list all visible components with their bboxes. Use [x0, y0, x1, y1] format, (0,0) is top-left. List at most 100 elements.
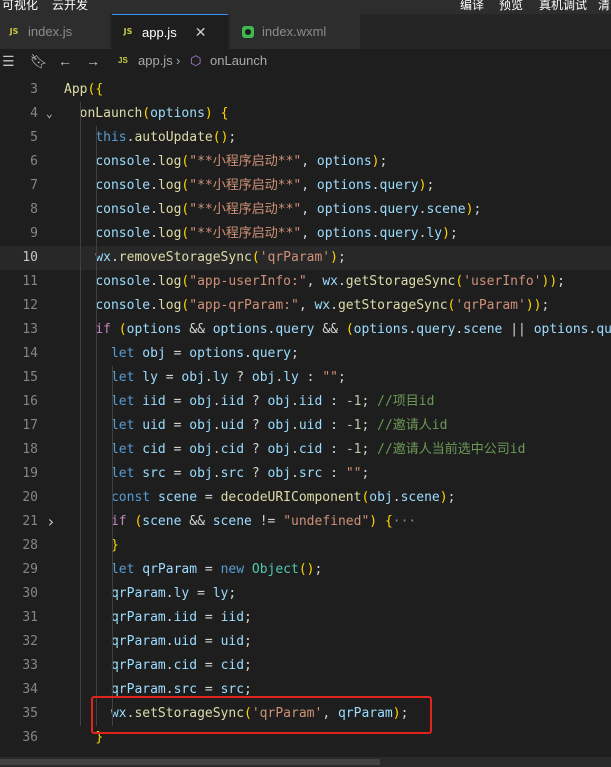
- chevron-down-icon[interactable]: ⌄: [46, 102, 53, 126]
- code-line[interactable]: 20 const scene = decodeURIComponent(obj.…: [0, 486, 611, 510]
- toolbar-item-preview[interactable]: 预览: [499, 0, 523, 11]
- code-line[interactable]: 19 let src = obj.src ? obj.src : "";: [0, 462, 611, 486]
- code-line[interactable]: 32 qrParam.uid = uid;: [0, 630, 611, 654]
- toolbar-item-clear[interactable]: 清: [598, 0, 610, 11]
- code-line[interactable]: 3 App({: [0, 78, 611, 102]
- code-line[interactable]: 14 let obj = options.query;: [0, 342, 611, 366]
- code-line[interactable]: 15 let ly = obj.ly ? obj.ly : "";: [0, 366, 611, 390]
- code-text: let ly = obj.ly ? obj.ly : "";: [110, 370, 346, 385]
- line-number: 18: [22, 442, 38, 457]
- code-text: let iid = obj.iid ? obj.iid : -1; //项目id: [110, 394, 435, 409]
- code-text: qrParam.cid = cid;: [110, 658, 252, 673]
- line-number: 17: [22, 418, 38, 433]
- code-line[interactable]: 6 console.log("**小程序启动**", options);: [0, 150, 611, 174]
- code-text: console.log("**小程序启动**", options);: [95, 154, 388, 169]
- indent-guide: [96, 126, 97, 726]
- code-line[interactable]: 33 qrParam.cid = cid;: [0, 654, 611, 678]
- wxml-file-icon: [242, 25, 254, 38]
- line-number: 7: [30, 178, 38, 193]
- js-file-icon: JS: [9, 26, 19, 36]
- code-line[interactable]: 8 console.log("**小程序启动**", options.query…: [0, 198, 611, 222]
- toolbar-item-compile[interactable]: 编译: [460, 0, 484, 11]
- indent-guide: [80, 102, 81, 726]
- code-text: let uid = obj.uid ? obj.uid : -1; //邀请人i…: [110, 418, 448, 433]
- code-line[interactable]: 28 }: [0, 534, 611, 558]
- line-number: 16: [22, 394, 38, 409]
- indent-guide: [112, 366, 113, 726]
- toolbar-item-visual[interactable]: 可视化: [2, 0, 38, 11]
- code-line[interactable]: 10 wx.removeStorageSync('qrParam');: [0, 246, 611, 270]
- breadcrumb: ☰ 🔖︎ ← → JS app.js › ⬡ onLaunch: [0, 50, 611, 72]
- bookmark-icon[interactable]: 🔖︎: [30, 52, 48, 70]
- code-text: let src = obj.src ? obj.src : "";: [110, 466, 370, 481]
- code-line[interactable]: 18 let cid = obj.cid ? obj.cid : -1; //邀…: [0, 438, 611, 462]
- tab-label: index.js: [28, 24, 73, 39]
- line-number: 6: [30, 154, 38, 169]
- line-number: 11: [22, 274, 38, 289]
- code-text: let cid = obj.cid ? obj.cid : -1; //邀请人当…: [110, 442, 526, 457]
- tab-index-js[interactable]: JS index.js: [0, 14, 110, 49]
- code-editor[interactable]: 3 App({4 ⌄ onLaunch(options) {5 this.autoU…: [0, 78, 611, 758]
- code-text: console.log("**小程序启动**", options.query.l…: [95, 226, 458, 241]
- code-line[interactable]: 9 console.log("**小程序启动**", options.query…: [0, 222, 611, 246]
- line-number: 9: [30, 226, 38, 241]
- code-text: if (options && options.query && (options…: [95, 322, 611, 337]
- code-text: this.autoUpdate();: [95, 130, 237, 145]
- line-number: 4: [30, 106, 38, 121]
- line-number: 21: [22, 514, 38, 529]
- line-number: 31: [22, 610, 38, 625]
- breadcrumb-symbol[interactable]: onLaunch: [210, 52, 267, 70]
- code-line[interactable]: 5 this.autoUpdate();: [0, 126, 611, 150]
- line-number: 34: [22, 682, 38, 697]
- top-toolbar: 可视化 云开发 编译 预览 真机调试 清: [0, 0, 611, 14]
- code-line[interactable]: 7 console.log("**小程序启动**", options.query…: [0, 174, 611, 198]
- code-text: console.log("**小程序启动**", options.query.s…: [95, 202, 482, 217]
- line-number: 32: [22, 634, 38, 649]
- code-line[interactable]: 29 let qrParam = new Object();: [0, 558, 611, 582]
- line-number: 33: [22, 658, 38, 673]
- code-text: }: [110, 538, 119, 553]
- code-text: qrParam.ly = ly;: [110, 586, 237, 601]
- code-text: const scene = decodeURIComponent(obj.sce…: [110, 490, 456, 505]
- breadcrumb-file[interactable]: app.js: [138, 52, 173, 70]
- line-number: 19: [22, 466, 38, 481]
- code-text: console.log("**小程序启动**", options.query);: [95, 178, 435, 193]
- line-number: 20: [22, 490, 38, 505]
- chevron-right-icon[interactable]: ›: [46, 510, 56, 534]
- toolbar-item-device-debug[interactable]: 真机调试: [539, 0, 587, 11]
- line-number: 15: [22, 370, 38, 385]
- editor-tab-bar: JS index.js JS app.js ✕ index.wxml: [0, 14, 611, 50]
- toolbar-item-cloud[interactable]: 云开发: [52, 0, 88, 11]
- tab-label: app.js: [142, 24, 177, 40]
- code-text: let qrParam = new Object();: [110, 562, 323, 577]
- forward-arrow-icon[interactable]: →: [86, 52, 100, 70]
- code-line[interactable]: 4 ⌄ onLaunch(options) {: [0, 102, 611, 126]
- code-text: qrParam.iid = iid;: [110, 610, 252, 625]
- line-number: 13: [22, 322, 38, 337]
- code-text: App({: [64, 82, 104, 97]
- tab-index-wxml[interactable]: index.wxml: [230, 14, 360, 49]
- line-number: 36: [22, 730, 38, 745]
- tab-app-js[interactable]: JS app.js ✕: [112, 14, 228, 49]
- horizontal-scrollbar[interactable]: [0, 757, 611, 767]
- code-line[interactable]: 30 qrParam.ly = ly;: [0, 582, 611, 606]
- code-line[interactable]: 17 let uid = obj.uid ? obj.uid : -1; //邀…: [0, 414, 611, 438]
- code-line[interactable]: 31 qrParam.iid = iid;: [0, 606, 611, 630]
- annotation-highlight-box: [91, 696, 432, 734]
- code-text: wx.removeStorageSync('qrParam');: [95, 250, 346, 265]
- js-file-icon: JS: [118, 56, 128, 65]
- code-line[interactable]: 13 if (options && options.query && (opti…: [0, 318, 611, 342]
- code-line[interactable]: 16 let iid = obj.iid ? obj.iid : -1; //项…: [0, 390, 611, 414]
- close-icon[interactable]: ✕: [195, 24, 207, 41]
- code-line[interactable]: 21 › if (scene && scene != "undefined") {…: [0, 510, 611, 534]
- tab-label: index.wxml: [262, 24, 327, 39]
- scrollbar-thumb[interactable]: [0, 759, 380, 765]
- menu-icon[interactable]: ☰: [2, 52, 15, 70]
- code-line[interactable]: 12 console.log("app-qrParam:", wx.getSto…: [0, 294, 611, 318]
- line-number: 12: [22, 298, 38, 313]
- js-file-icon: JS: [123, 27, 133, 36]
- line-number: 5: [30, 130, 38, 145]
- back-arrow-icon[interactable]: ←: [58, 52, 72, 70]
- code-line[interactable]: 11 console.log("app-userInfo:", wx.getSt…: [0, 270, 611, 294]
- line-number: 29: [22, 562, 38, 577]
